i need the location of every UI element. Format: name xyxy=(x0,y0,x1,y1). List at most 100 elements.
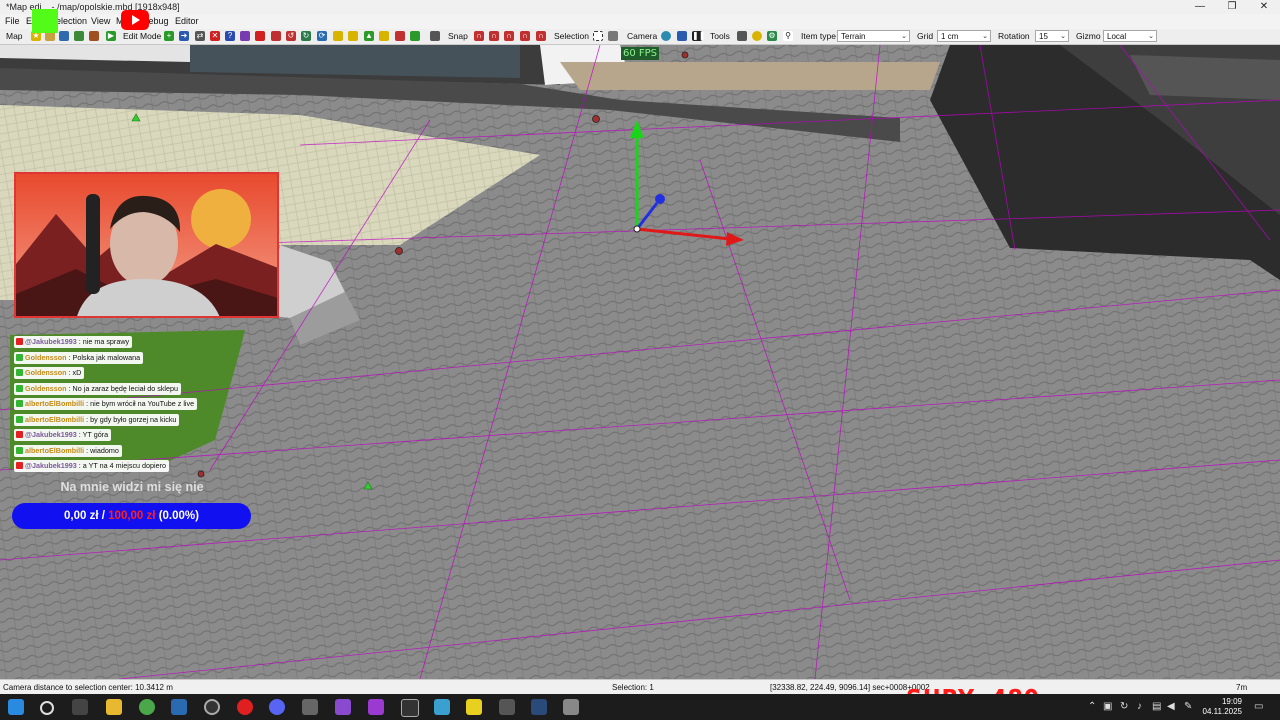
minimize-button[interactable]: — xyxy=(1184,0,1216,14)
pause-icon[interactable]: ❚❚ xyxy=(692,31,705,41)
rotate-right-icon[interactable]: ↻ xyxy=(301,31,311,41)
gizmo-value: Local xyxy=(1107,32,1127,41)
obs-icon[interactable] xyxy=(204,699,220,715)
lasso-icon[interactable] xyxy=(608,31,618,41)
chat-message: @Jakubek1993 : YT góra xyxy=(14,429,112,441)
clock-date[interactable]: 04.11.2025 xyxy=(1203,707,1242,716)
snap-toggle-icon[interactable] xyxy=(430,31,440,41)
close-button[interactable]: ✕ xyxy=(1248,0,1280,14)
clock-time[interactable]: 19:09 xyxy=(1222,697,1242,706)
youtube-logo-icon xyxy=(121,10,149,30)
add-icon[interactable]: + xyxy=(164,31,174,41)
delete-icon[interactable]: ✕ xyxy=(210,31,220,41)
gizmo-select[interactable]: Local ⌄ xyxy=(1103,30,1157,42)
search-icon[interactable]: ⚲ xyxy=(783,31,793,41)
rotate-left-icon[interactable]: ↺ xyxy=(286,31,296,41)
camera-fly-icon[interactable] xyxy=(677,31,687,41)
menu-file[interactable]: File xyxy=(5,16,20,26)
play-triangle-icon xyxy=(132,15,140,25)
volume-icon[interactable]: ◀ xyxy=(1167,701,1175,712)
refresh-icon[interactable]: ⟳ xyxy=(317,31,327,41)
play-icon[interactable]: ▶ xyxy=(106,31,116,41)
visual-studio-icon[interactable] xyxy=(335,699,351,715)
microphone-icon[interactable]: ♪ xyxy=(1137,701,1142,712)
terrain-icon[interactable] xyxy=(410,31,420,41)
globe-icon[interactable] xyxy=(661,31,671,41)
road-icon[interactable] xyxy=(333,31,343,41)
donation-goal-bar: 0,00 zł / 100,00 zł (0.00%) xyxy=(12,503,251,529)
menu-bar: File Edit Selection View Map Debug Edito… xyxy=(0,14,1280,29)
chat-username: albertoElBombilli xyxy=(25,414,85,424)
file-explorer-icon[interactable] xyxy=(106,699,122,715)
item-type-select[interactable]: Terrain ⌄ xyxy=(837,30,910,42)
kick-logo-icon xyxy=(32,9,58,33)
grid-select[interactable]: 1 cm ⌄ xyxy=(937,30,991,42)
save-icon[interactable] xyxy=(59,31,69,41)
donation-percent: (0.00%) xyxy=(158,510,199,522)
chat-username: @Jakubek1993 xyxy=(25,430,77,439)
swap-icon[interactable]: ⇄ xyxy=(195,31,205,41)
flag-icon[interactable] xyxy=(255,31,265,41)
camera-distance-text: Camera distance to selection center: 10.… xyxy=(3,683,173,692)
window-title-bar: *Map edi... - /map/opolskie.mbd [1918x94… xyxy=(0,0,1280,14)
youtube-icon xyxy=(16,338,23,345)
windows-start-icon[interactable] xyxy=(8,699,24,715)
map-label: Map xyxy=(6,31,23,41)
discord-icon[interactable] xyxy=(269,699,285,715)
magnet-1-icon[interactable]: ∩ xyxy=(474,31,484,41)
epic-games-icon[interactable] xyxy=(401,699,419,717)
opera-icon[interactable] xyxy=(237,699,253,715)
chevron-up-icon[interactable]: ⌃ xyxy=(1088,701,1096,712)
export-icon[interactable] xyxy=(74,31,84,41)
tray-app-icon[interactable]: ▣ xyxy=(1103,701,1112,712)
target-icon[interactable] xyxy=(240,31,250,41)
pen-icon[interactable]: ✎ xyxy=(1184,701,1192,712)
import-icon[interactable] xyxy=(89,31,99,41)
app-icon-2[interactable] xyxy=(302,699,318,715)
app-icon-4[interactable] xyxy=(434,699,450,715)
chat-message: albertoElBombilli : wiadomo xyxy=(14,444,122,457)
move-icon[interactable]: ➜ xyxy=(179,31,189,41)
sticky-notes-icon[interactable] xyxy=(466,699,482,715)
chat-username: Goldensson xyxy=(25,352,67,362)
steam-icon[interactable] xyxy=(531,699,547,715)
network-icon[interactable]: ▤ xyxy=(1152,701,1161,712)
prefab-icon[interactable] xyxy=(348,31,358,41)
chevron-down-icon: ⌄ xyxy=(1060,33,1066,40)
gizmo-label: Gizmo xyxy=(1076,31,1101,41)
menu-view[interactable]: View xyxy=(91,16,110,26)
app-icon-1[interactable] xyxy=(171,699,187,715)
notifications-icon[interactable]: ▭ xyxy=(1254,701,1263,712)
chevron-down-icon: ⌄ xyxy=(982,33,988,40)
rect-select-icon[interactable] xyxy=(593,31,603,41)
pin-icon[interactable] xyxy=(271,31,281,41)
chat-message: Goldensson : xD xyxy=(14,367,85,379)
grid-tool-icon[interactable] xyxy=(737,31,747,41)
map-editor-icon[interactable] xyxy=(563,699,579,715)
rotation-select[interactable]: 15 ⌄ xyxy=(1035,30,1069,42)
magnet-5-icon[interactable]: ∩ xyxy=(536,31,546,41)
magnet-3-icon[interactable]: ∩ xyxy=(504,31,514,41)
maximize-button[interactable]: ❐ xyxy=(1216,0,1248,14)
vehicle-icon[interactable] xyxy=(395,31,405,41)
3d-viewport[interactable] xyxy=(0,45,1280,679)
menu-editor[interactable]: Editor xyxy=(175,16,199,26)
search-icon[interactable] xyxy=(40,701,54,715)
building-icon[interactable] xyxy=(379,31,389,41)
snap-label: Snap xyxy=(448,31,468,41)
help-icon[interactable]: ? xyxy=(225,31,235,41)
kick-icon xyxy=(16,446,23,454)
magnet-4-icon[interactable]: ∩ xyxy=(520,31,530,41)
app-icon-3[interactable] xyxy=(368,699,384,715)
webcam-image xyxy=(16,174,277,316)
task-view-icon[interactable] xyxy=(72,699,88,715)
toolbar: Map ★ ▶ Edit Mode + ➜ ⇄ ✕ ? ↺ ↻ ⟳ ▲ Snap… xyxy=(0,29,1280,45)
magnet-2-icon[interactable]: ∩ xyxy=(489,31,499,41)
tree-icon[interactable]: ▲ xyxy=(364,31,374,41)
app-icon-5[interactable] xyxy=(499,699,515,715)
chrome-icon[interactable] xyxy=(139,699,155,715)
chat-username: @Jakubek1993 xyxy=(25,337,77,346)
tray-sync-icon[interactable]: ↻ xyxy=(1120,701,1128,712)
sun-icon[interactable] xyxy=(752,31,762,41)
gear-icon[interactable]: ⚙ xyxy=(767,31,777,41)
